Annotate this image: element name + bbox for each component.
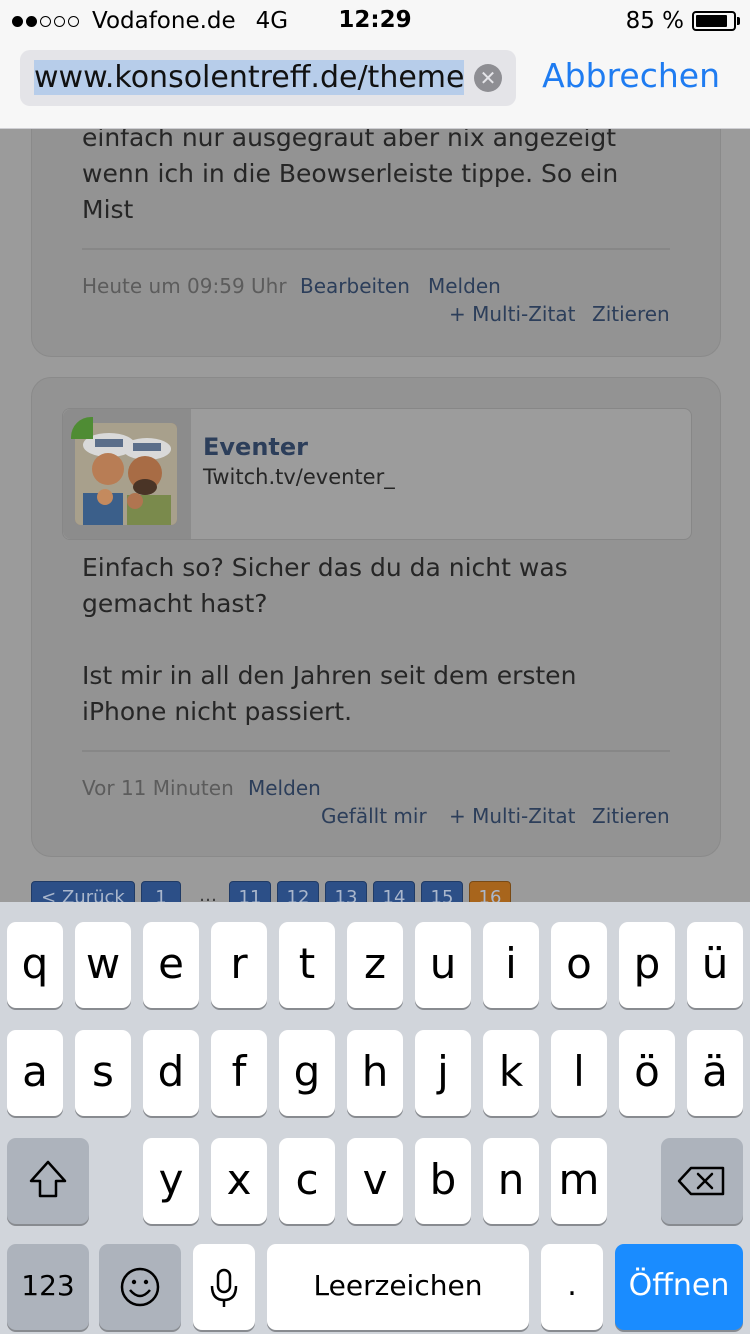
key-ue[interactable]: ü <box>687 922 743 1008</box>
url-text[interactable]: www.konsolentreff.de/themen/i <box>34 60 464 96</box>
post-text-line <box>82 622 576 658</box>
key-l[interactable]: l <box>551 1030 607 1116</box>
key-g[interactable]: g <box>279 1030 335 1116</box>
report-link[interactable]: Melden <box>248 776 321 800</box>
key-t[interactable]: t <box>279 922 335 1008</box>
key-p[interactable]: p <box>619 922 675 1008</box>
key-h[interactable]: h <box>347 1030 403 1116</box>
battery-percent: 85 % <box>625 8 684 34</box>
key-x[interactable]: x <box>211 1138 267 1224</box>
status-right: 85 % <box>625 8 740 34</box>
like-link[interactable]: Gefällt mir <box>321 804 427 828</box>
post-text: einfach nur ausgegraut aber nix angezeig… <box>82 129 618 228</box>
key-f[interactable]: f <box>211 1030 267 1116</box>
backspace-icon <box>677 1166 725 1196</box>
emoji-icon <box>120 1267 160 1307</box>
address-bar-area: www.konsolentreff.de/themen/i ✕ Abbreche… <box>0 42 750 129</box>
dictation-key[interactable] <box>193 1244 255 1330</box>
multi-quote-link[interactable]: + Multi-Zitat <box>449 302 575 326</box>
post-timestamp: Heute um 09:59 Uhr <box>82 274 287 298</box>
multi-quote-link[interactable]: + Multi-Zitat <box>449 804 575 828</box>
quote-link[interactable]: Zitieren <box>592 302 670 326</box>
key-q[interactable]: q <box>7 922 63 1008</box>
pagination-page-button[interactable]: 14 <box>373 881 415 902</box>
pagination-page-button[interactable]: 12 <box>277 881 319 902</box>
key-e[interactable]: e <box>143 922 199 1008</box>
user-info-box: Eventer Twitch.tv/eventer_ <box>62 408 692 540</box>
post-divider <box>82 750 670 752</box>
url-input[interactable]: www.konsolentreff.de/themen/i ✕ <box>20 50 516 106</box>
key-oe[interactable]: ö <box>619 1030 675 1116</box>
pagination-page-button[interactable]: 15 <box>421 881 463 902</box>
url-selection: www.konsolentreff.de/themen/i <box>34 60 464 95</box>
pagination-page-button[interactable]: 1 <box>141 881 181 902</box>
post-text-line: Mist <box>82 195 134 224</box>
post-text-line: gemacht hast? <box>82 589 268 618</box>
backspace-key[interactable] <box>661 1138 743 1224</box>
web-page-content: einfach nur ausgegraut aber nix angezeig… <box>0 129 750 902</box>
key-m[interactable]: m <box>551 1138 607 1224</box>
key-ae[interactable]: ä <box>687 1030 743 1116</box>
online-indicator-icon <box>71 417 93 439</box>
pagination-ellipsis: … <box>199 885 217 902</box>
battery-icon <box>692 11 740 31</box>
key-k[interactable]: k <box>483 1030 539 1116</box>
avatar-frame <box>63 409 191 539</box>
post-text-line: iPhone nicht passiert. <box>82 697 353 726</box>
key-a[interactable]: a <box>7 1030 63 1116</box>
pagination-page-button[interactable]: 13 <box>325 881 367 902</box>
key-r[interactable]: r <box>211 922 267 1008</box>
key-s[interactable]: s <box>75 1030 131 1116</box>
forum-post: einfach nur ausgegraut aber nix angezeig… <box>31 129 721 357</box>
post-text-line: einfach nur ausgegraut aber nix angezeig… <box>82 129 617 152</box>
go-button[interactable]: Öffnen <box>615 1244 743 1330</box>
key-n[interactable]: n <box>483 1138 539 1224</box>
emoji-key[interactable] <box>99 1244 181 1330</box>
shift-key[interactable] <box>7 1138 89 1224</box>
key-z[interactable]: z <box>347 922 403 1008</box>
pagination-back-button[interactable]: < Zurück <box>31 881 135 902</box>
period-key[interactable]: . <box>541 1244 603 1330</box>
keyboard: q w e r t z u i o p ü a s d f g h j k l … <box>0 902 750 1334</box>
key-i[interactable]: i <box>483 922 539 1008</box>
key-c[interactable]: c <box>279 1138 335 1224</box>
microphone-icon <box>210 1268 238 1307</box>
key-o[interactable]: o <box>551 922 607 1008</box>
post-text-line: Einfach so? Sicher das du da nicht was <box>82 553 568 582</box>
key-y[interactable]: y <box>143 1138 199 1224</box>
username-link[interactable]: Eventer <box>203 433 308 461</box>
quote-link[interactable]: Zitieren <box>592 804 670 828</box>
key-u[interactable]: u <box>415 922 471 1008</box>
forum-post: Eventer Twitch.tv/eventer_ Einfach so? S… <box>31 377 721 857</box>
pagination-current-page[interactable]: 16 <box>469 881 511 902</box>
key-v[interactable]: v <box>347 1138 403 1224</box>
clear-url-icon[interactable]: ✕ <box>474 64 502 92</box>
post-timestamp: Vor 11 Minuten <box>82 776 234 800</box>
pagination: < Zurück 1 … 11 12 13 14 15 16 <box>31 881 517 902</box>
report-link[interactable]: Melden <box>428 274 501 298</box>
cancel-button[interactable]: Abbrechen <box>542 56 720 95</box>
post-divider <box>82 248 670 250</box>
key-j[interactable]: j <box>415 1030 471 1116</box>
post-text-line: wenn ich in die Beowserleiste tippe. So … <box>82 159 619 188</box>
shift-icon <box>29 1160 67 1198</box>
post-text: Einfach so? Sicher das du da nicht was g… <box>82 550 576 730</box>
numbers-key[interactable]: 123 <box>7 1244 89 1330</box>
space-key[interactable]: Leerzeichen <box>267 1244 529 1330</box>
edit-link[interactable]: Bearbeiten <box>300 274 410 298</box>
user-subtitle: Twitch.tv/eventer_ <box>203 465 395 489</box>
post-text-line: Ist mir in all den Jahren seit dem erste… <box>82 661 577 690</box>
pagination-page-button[interactable]: 11 <box>229 881 271 902</box>
key-b[interactable]: b <box>415 1138 471 1224</box>
key-d[interactable]: d <box>143 1030 199 1116</box>
key-w[interactable]: w <box>75 922 131 1008</box>
status-bar: Vodafone.de 4G 12:29 85 % <box>0 0 750 42</box>
